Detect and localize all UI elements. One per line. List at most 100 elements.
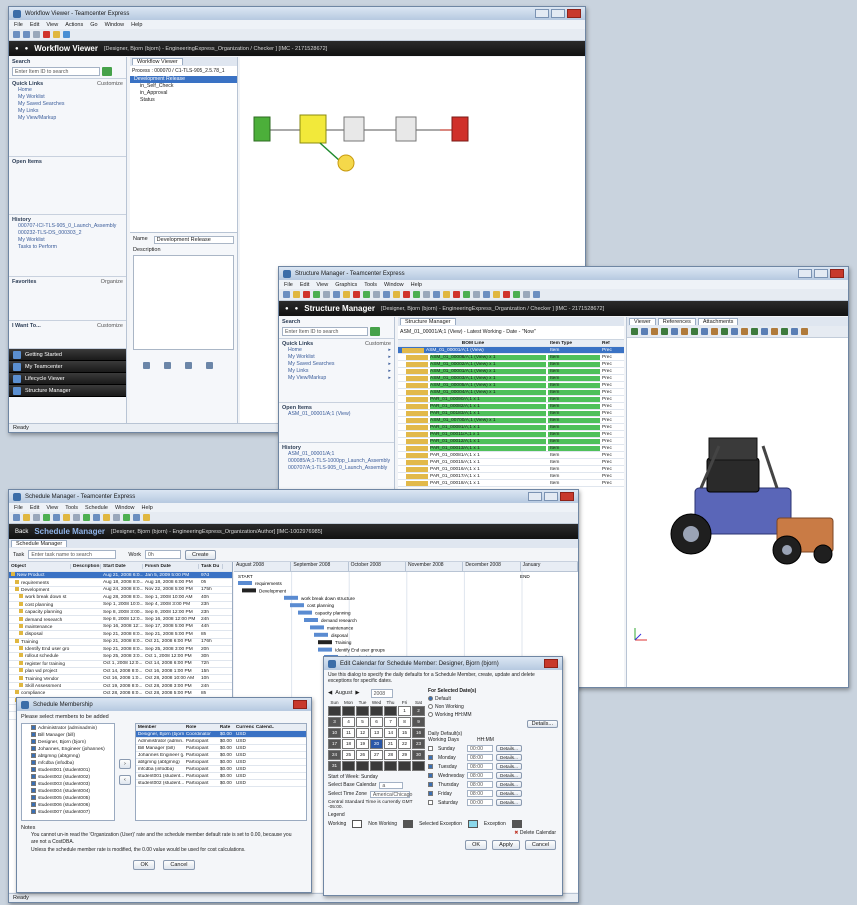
close-button[interactable] [567, 9, 581, 18]
toolbar-icon[interactable] [443, 291, 450, 298]
add-member-button[interactable]: › [119, 759, 131, 769]
menu-item[interactable]: Help [142, 505, 153, 511]
calendar-day[interactable]: 1 [398, 706, 411, 716]
toolbar-icon[interactable] [393, 291, 400, 298]
viewer-tool-icon[interactable] [641, 328, 648, 335]
task-row[interactable]: cost planning Sep 1, 2008 10:0... Sep 4, 2… [9, 601, 232, 609]
working-hours-input[interactable]: 00:00 [467, 799, 493, 806]
toolbar-icon[interactable] [533, 291, 540, 298]
status-task-node[interactable] [395, 116, 417, 142]
bom-row[interactable]: ASM_01_00001/A;1 (View) Item Prec [398, 347, 624, 354]
viewer-tool-icon[interactable] [681, 328, 688, 335]
quick-link[interactable]: My Links ▸ [282, 368, 391, 375]
calendar-day[interactable]: 11 [342, 728, 355, 738]
back-button[interactable]: Back [15, 529, 28, 535]
member-checkbox[interactable] [31, 767, 36, 773]
day-details-button[interactable]: Details... [496, 790, 522, 797]
nav-back-icon[interactable]: ● [285, 306, 289, 312]
forward-icon[interactable] [23, 31, 30, 38]
member-checkbox[interactable] [31, 732, 36, 738]
member-checkbox[interactable] [31, 774, 36, 780]
toolbar-icon[interactable] [383, 291, 390, 298]
finish-task-node[interactable] [451, 116, 469, 142]
ok-button[interactable]: OK [133, 859, 156, 870]
toolbar-icon[interactable] [473, 291, 480, 298]
toolbar-icon[interactable] [83, 514, 90, 521]
member-checkbox[interactable] [31, 725, 36, 731]
workflow-titlebar[interactable]: Workflow Viewer - Teamcenter Express [9, 7, 585, 20]
toolbar-icon[interactable] [433, 291, 440, 298]
start-task-node[interactable] [253, 116, 271, 142]
perspective-button[interactable]: Lifecycle Viewer [9, 373, 126, 385]
toolbar-icon[interactable] [363, 291, 370, 298]
bom-row[interactable]: ASM_01_00005/A;1 (View) x 1 Item Prec [398, 382, 624, 389]
gantt-bar[interactable] [290, 603, 304, 608]
column-header[interactable]: Member [136, 725, 184, 730]
process-tree-node[interactable]: in_Approval [130, 90, 237, 97]
review-task-node[interactable] [337, 154, 355, 172]
member-tree-item[interactable]: mfcdba (infodba) [23, 760, 113, 767]
member-checkbox[interactable] [31, 802, 36, 808]
calendar-day[interactable] [370, 706, 383, 716]
quick-link[interactable]: My Worklist ▸ [282, 354, 391, 361]
menu-item[interactable]: File [14, 505, 23, 511]
open-item[interactable]: ASM_01_00001/A;1 (View) [282, 411, 391, 418]
working-hours-input[interactable]: 08:00 [467, 763, 493, 770]
menu-item[interactable]: File [284, 282, 293, 288]
viewer-tool-icon[interactable] [801, 328, 808, 335]
toolbar-icon[interactable] [133, 514, 140, 521]
calendar-titlebar[interactable]: Edit Calendar for Schedule Member: Desig… [324, 657, 562, 670]
description-field[interactable] [133, 255, 234, 350]
process-tree-node[interactable]: Status [130, 97, 237, 104]
toolbar-icon[interactable] [93, 514, 100, 521]
toolbar-icon[interactable] [23, 514, 30, 521]
calendar-day[interactable] [384, 706, 397, 716]
viewer-tool-icon[interactable] [731, 328, 738, 335]
toolbar-icon[interactable] [373, 291, 380, 298]
toolbar-icon[interactable] [343, 291, 350, 298]
bom-row[interactable]: ASM_01_00003/A;1 (View) x 1 Item Prec [398, 375, 624, 382]
task-row[interactable]: work break down st Aug 28, 2008 8:0... Sep… [9, 594, 232, 602]
tab-structure-manager[interactable]: Structure Manager [400, 318, 456, 325]
search-go-button[interactable] [370, 327, 380, 336]
quick-link[interactable]: Home [12, 87, 123, 94]
work-input[interactable]: 0h [145, 550, 182, 559]
tab-workflow-viewer[interactable]: Workflow Viewer [132, 58, 183, 65]
history-item[interactable]: 000232-TLS-DS_000303_2 [12, 230, 123, 237]
working-day-checkbox[interactable] [428, 755, 433, 760]
tab-viewer-0[interactable]: Viewer [629, 318, 656, 325]
customize-link[interactable]: Customize [97, 81, 123, 87]
calendar-day[interactable]: 12 [356, 728, 369, 738]
column-header[interactable]: BOM Line [398, 341, 548, 346]
calendar-day[interactable]: 14 [384, 728, 397, 738]
column-header[interactable]: Description [71, 564, 101, 569]
member-tree-item[interactable]: Bill Manager (bill) [23, 732, 113, 739]
member-row[interactable]: student001 (student... Participant $0.00 US… [135, 773, 306, 780]
menu-item[interactable]: Window [115, 505, 135, 511]
task-row[interactable]: Training Vendor Oct 16, 2008 1:0... Oct 28… [9, 675, 232, 683]
task-row[interactable]: plan wd project Oct 14, 2008 8:0... Oct 16… [9, 668, 232, 676]
calendar-day[interactable] [342, 706, 355, 716]
gantt-bar[interactable] [310, 625, 324, 630]
viewer-tool-icon[interactable] [791, 328, 798, 335]
process-action-icon[interactable] [164, 362, 171, 369]
calendar-day[interactable]: 26 [356, 750, 369, 760]
member-row[interactable]: Bill Manager (bill) Participant $0.00 USD [135, 745, 306, 752]
default-radio[interactable] [428, 696, 433, 702]
minimize-button[interactable] [528, 492, 542, 501]
toolbar-icon[interactable] [33, 514, 40, 521]
maximize-button[interactable] [544, 492, 558, 501]
maximize-button[interactable] [814, 269, 828, 278]
schedule-titlebar[interactable]: Schedule Manager - Teamcenter Express [9, 490, 578, 503]
column-header[interactable]: Object [9, 564, 71, 569]
menu-item[interactable]: Actions [65, 22, 83, 28]
column-header[interactable]: Finish Date [143, 564, 199, 569]
organize-link[interactable]: Organize [101, 279, 123, 285]
toolbar-icon[interactable] [453, 291, 460, 298]
menu-item[interactable]: Schedule [85, 505, 108, 511]
menu-item[interactable]: Window [105, 22, 125, 28]
member-row[interactable]: student002 (student... Participant $0.00 US… [135, 780, 306, 787]
task-row[interactable]: Development Aug 24, 2008 8:0... Nov 22, 20… [9, 586, 232, 595]
member-row[interactable]: Administrator (admin... Participant $0.00 U… [135, 738, 306, 745]
approval-task-node[interactable] [343, 116, 365, 142]
